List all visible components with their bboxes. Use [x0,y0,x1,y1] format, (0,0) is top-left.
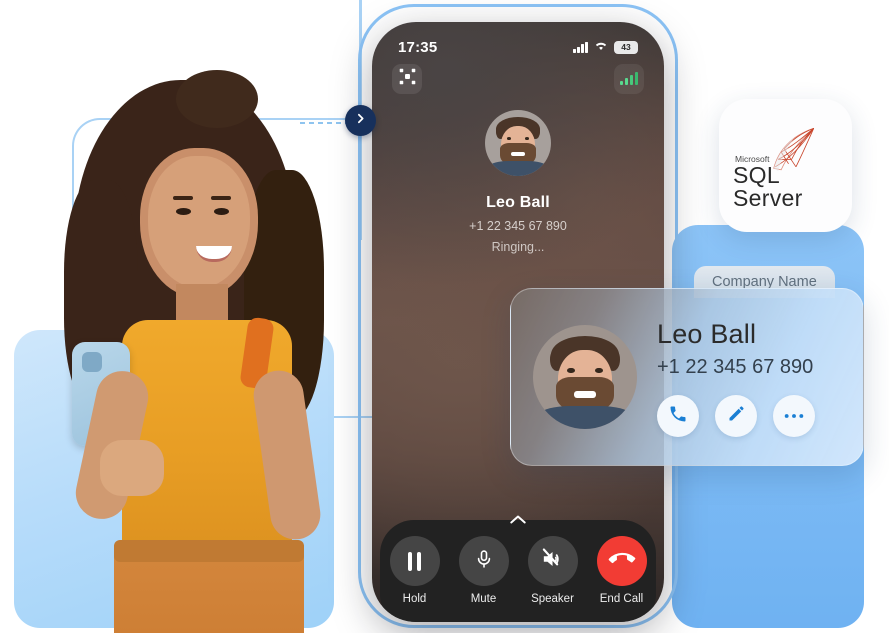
woman-holding-phone-photo [48,70,348,633]
mute-button[interactable]: Mute [453,536,515,605]
call-action-button[interactable] [657,395,699,437]
edit-action-button[interactable] [715,395,757,437]
crop-frame-icon [399,68,416,90]
microphone-icon [474,548,494,575]
phone-status-bar: 17:35 43 [372,38,664,56]
edit-pencil-icon [726,403,747,429]
expand-sheet-handle[interactable] [509,512,527,530]
caller-phone-number: +1 22 345 67 890 [469,219,567,233]
battery-icon: 43 [614,40,638,54]
speaker-button-label: Speaker [531,593,574,605]
contact-avatar [533,325,637,429]
status-bar-time: 17:35 [398,38,438,56]
contact-name: Leo Ball [657,319,757,349]
caller-avatar [485,110,551,176]
mute-button-label: Mute [470,593,497,605]
sql-server-wing-icon [756,115,830,194]
hold-button-label: Hold [402,593,427,605]
pause-icon [408,551,421,571]
cellular-signal-icon [573,41,588,53]
next-arrow-button[interactable] [345,105,376,136]
end-call-button[interactable]: End Call [591,536,653,605]
call-controls-sheet: Hold Mute Speaker End Call [380,520,656,622]
sql-server-logo-tile: Microsoft SQL Server [719,99,852,232]
contact-phone-number: +1 22 345 67 890 [657,356,814,378]
end-call-button-label: End Call [599,593,644,605]
signal-strength-icon [620,72,638,85]
battery-level-text: 43 [621,42,631,52]
more-ellipsis-icon [783,407,805,425]
signal-strength-icon-button[interactable] [614,64,644,94]
promo-illustration-canvas: 17:35 43 Leo Ball +1 22 345 67 890 Ringi… [0,0,889,633]
phone-call-icon [668,404,688,429]
chevron-up-icon [510,515,526,524]
more-action-button[interactable] [773,395,815,437]
end-call-handset-icon [608,546,635,577]
contact-popup-card: Leo Ball +1 22 345 67 890 [510,288,864,466]
active-call-info: Leo Ball +1 22 345 67 890 Ringing... [372,110,664,254]
speaker-button[interactable]: Speaker [522,536,584,605]
chevron-right-icon [354,112,367,130]
call-status-text: Ringing... [491,240,545,254]
crop-frame-icon-button[interactable] [392,64,422,94]
contact-actions [657,395,815,437]
speaker-muted-icon [541,547,565,575]
caller-name: Leo Ball [486,194,550,211]
hold-button[interactable]: Hold [384,536,446,605]
wifi-icon [594,38,608,56]
